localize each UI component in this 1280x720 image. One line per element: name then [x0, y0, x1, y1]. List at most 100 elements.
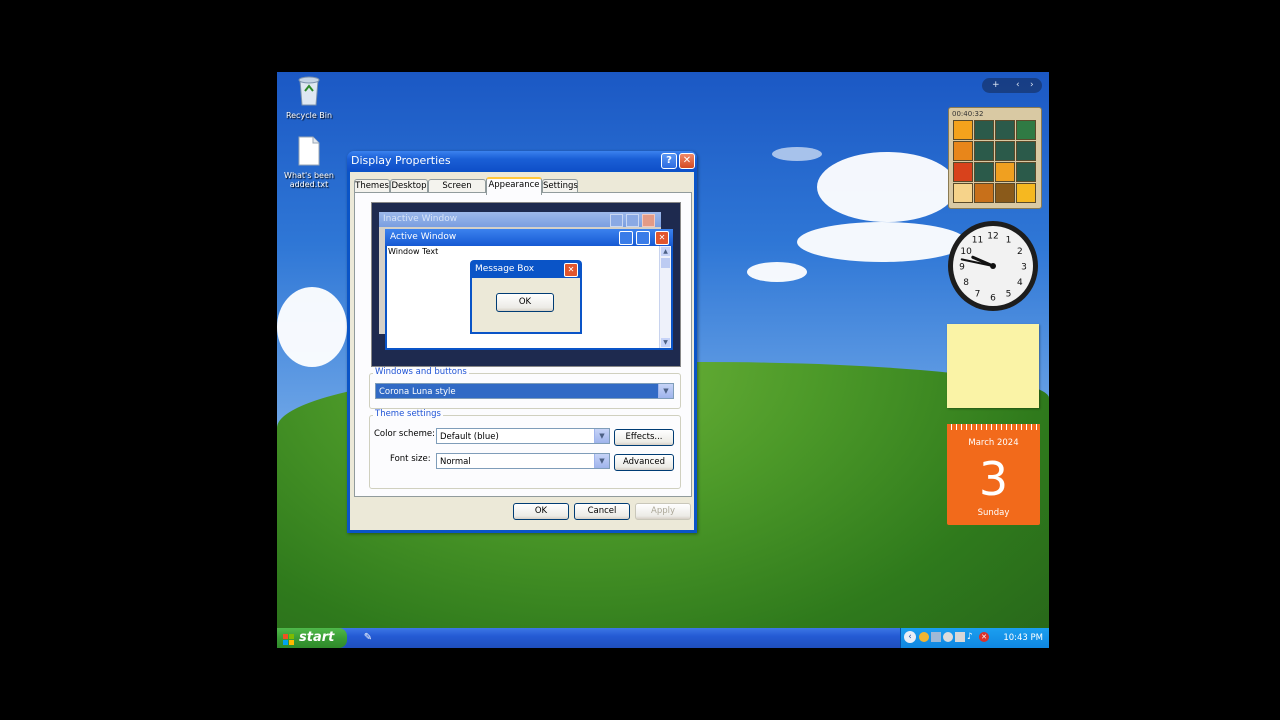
inactive-title-bar: Inactive Window [379, 212, 661, 227]
puzzle-tile[interactable] [953, 141, 973, 161]
desktop: Recycle Bin What's been added.txt Displa… [277, 72, 1049, 648]
chevron-down-icon[interactable]: ▼ [594, 454, 609, 468]
add-gadget-icon[interactable]: + [992, 78, 1000, 93]
theme-settings-group: Theme settings Color scheme: Default (bl… [369, 409, 681, 489]
scroll-up-icon: ▲ [661, 247, 670, 256]
puzzle-tile[interactable] [995, 183, 1015, 203]
clock-numeral: 11 [972, 236, 983, 246]
start-button[interactable]: start [277, 628, 347, 648]
windows-buttons-select[interactable]: Corona Luna style ▼ [375, 383, 674, 399]
desktop-icon-recycle-bin[interactable]: Recycle Bin [277, 74, 341, 120]
color-scheme-value: Default (blue) [440, 432, 499, 442]
notes-gadget[interactable] [947, 324, 1039, 408]
text-file-icon [277, 136, 341, 168]
display-properties-dialog: Display Properties ? ✕ Themes Desktop Sc… [347, 151, 697, 533]
message-box: Message Box ✕ OK [470, 260, 582, 334]
puzzle-tile[interactable] [995, 162, 1015, 182]
chevron-down-icon[interactable]: ▼ [594, 429, 609, 443]
sidebar-controls: + ‹ › [982, 78, 1042, 93]
preview-scrollbar: ▲ ▼ [659, 246, 671, 348]
message-box-title: Message Box [475, 264, 535, 274]
windows-logo-icon [283, 632, 294, 645]
message-box-body: OK [472, 278, 580, 332]
tab-screen-saver[interactable]: Screen Saver [428, 179, 486, 204]
puzzle-tile[interactable] [974, 141, 994, 161]
tray-app-icon[interactable] [919, 632, 929, 642]
puzzle-tile[interactable] [974, 120, 994, 140]
puzzle-tile[interactable] [974, 162, 994, 182]
quick-launch-icon[interactable]: ✎ [361, 631, 375, 645]
puzzle-tile[interactable] [1016, 162, 1036, 182]
previous-icon[interactable]: ‹ [1016, 78, 1020, 93]
active-title-bar: Active Window ✕ [385, 229, 673, 246]
puzzle-grid[interactable] [953, 120, 1037, 204]
cloud [817, 152, 957, 222]
taskbar-clock[interactable]: 10:43 PM [1003, 628, 1043, 648]
calendar-month: March 2024 [968, 438, 1019, 448]
effects-button[interactable]: Effects... [614, 429, 674, 446]
dialog-title-bar[interactable]: Display Properties ? ✕ [347, 151, 697, 171]
ok-button[interactable]: OK [513, 503, 569, 520]
dialog-title: Display Properties [351, 154, 451, 167]
security-alert-icon[interactable]: ✕ [979, 632, 989, 642]
cloud [797, 222, 967, 262]
clock-numeral: 8 [963, 278, 969, 288]
window-text: Window Text [388, 247, 439, 256]
puzzle-timer: 00:40:32 [952, 110, 984, 118]
chevron-down-icon[interactable]: ▼ [658, 384, 673, 398]
clock-gadget: 12 1 2 3 4 5 6 7 8 9 10 11 [946, 219, 1040, 313]
close-button[interactable]: ✕ [679, 153, 695, 169]
appearance-panel: Inactive Window Active Window ✕ Window T… [354, 192, 692, 497]
puzzle-tile[interactable] [953, 183, 973, 203]
cloud [772, 147, 822, 161]
tray-network-icon[interactable] [931, 632, 941, 642]
color-scheme-label: Color scheme: [374, 429, 435, 439]
tab-desktop[interactable]: Desktop [390, 179, 428, 193]
tray-app-icon[interactable] [955, 632, 965, 642]
clock-numeral: 6 [990, 294, 996, 304]
puzzle-tile[interactable] [974, 183, 994, 203]
advanced-button[interactable]: Advanced [614, 454, 674, 471]
windows-buttons-group: Windows and buttons Corona Luna style ▼ [369, 367, 681, 409]
tab-themes[interactable]: Themes [354, 179, 390, 193]
help-button[interactable]: ? [661, 153, 677, 169]
calendar-gadget: March 2024 3 Sunday [947, 424, 1040, 525]
start-label: start [299, 630, 335, 645]
puzzle-tile[interactable] [1016, 120, 1036, 140]
puzzle-tile[interactable] [995, 141, 1015, 161]
active-maximize-icon [636, 231, 650, 245]
clock-numeral: 3 [1021, 263, 1027, 273]
dialog-client-area: Themes Desktop Screen Saver Appearance S… [350, 172, 694, 530]
calendar-weekday: Sunday [977, 508, 1010, 518]
puzzle-tile[interactable] [1016, 183, 1036, 203]
windows-buttons-label: Windows and buttons [373, 367, 469, 377]
puzzle-gadget[interactable]: 00:40:32 [948, 107, 1042, 209]
active-minimize-icon [619, 231, 633, 245]
puzzle-tile[interactable] [1016, 141, 1036, 161]
tray-expand-icon[interactable]: ‹ [904, 631, 916, 643]
windows-buttons-value: Corona Luna style [379, 387, 456, 397]
tab-appearance[interactable]: Appearance [486, 177, 542, 195]
tray-app-icon[interactable] [943, 632, 953, 642]
inactive-maximize-icon [626, 214, 639, 227]
apply-button[interactable]: Apply [635, 503, 691, 520]
speaker-icon[interactable]: ♪ [967, 632, 977, 642]
desktop-icon-text-file[interactable]: What's been added.txt [277, 136, 341, 189]
color-scheme-select[interactable]: Default (blue) ▼ [436, 428, 610, 444]
calendar-rings [947, 424, 1040, 430]
clock-numeral: 5 [1006, 289, 1012, 299]
cancel-button[interactable]: Cancel [574, 503, 630, 520]
inactive-close-icon [642, 214, 655, 227]
scroll-down-icon: ▼ [661, 338, 670, 347]
clock-numeral: 10 [960, 247, 972, 257]
inactive-title: Inactive Window [383, 214, 458, 224]
clock-numeral: 9 [959, 263, 965, 273]
puzzle-tile[interactable] [995, 120, 1015, 140]
clock-face: 12 12 3 45678 9 1011 [948, 221, 1038, 311]
next-icon[interactable]: › [1030, 78, 1034, 93]
recycle-bin-icon [277, 74, 341, 108]
font-size-select[interactable]: Normal ▼ [436, 453, 610, 469]
tab-settings[interactable]: Settings [542, 179, 578, 193]
puzzle-tile[interactable] [953, 120, 973, 140]
puzzle-tile[interactable] [953, 162, 973, 182]
